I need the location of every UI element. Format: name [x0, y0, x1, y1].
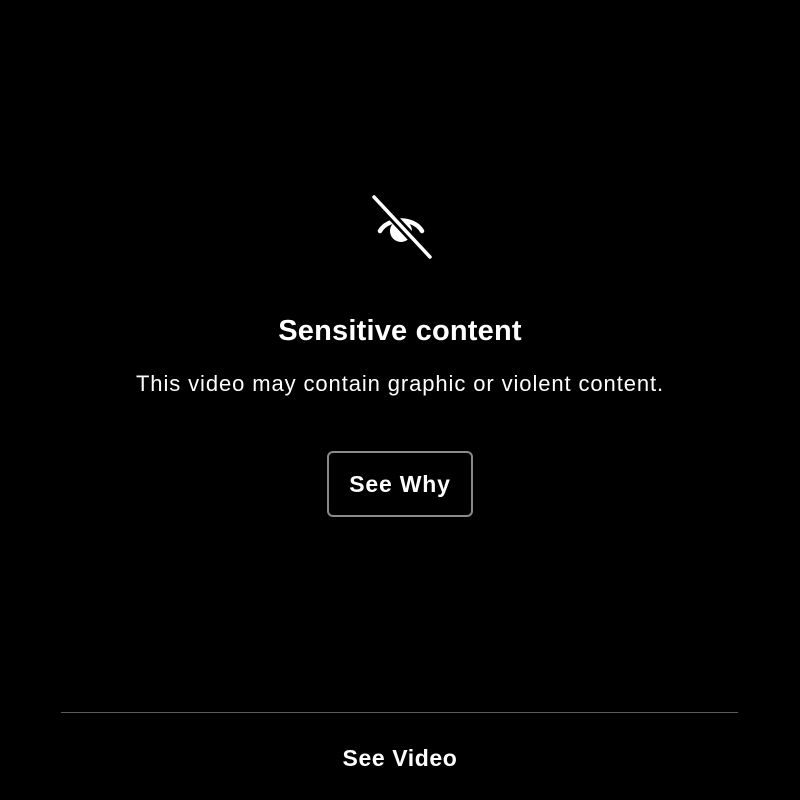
divider	[61, 712, 738, 713]
sensitive-content-title: Sensitive content	[278, 315, 522, 347]
sensitive-content-overlay: Sensitive content This video may contain…	[0, 0, 800, 800]
see-why-button[interactable]: See Why	[327, 451, 473, 517]
see-video-button[interactable]: See Video	[0, 741, 800, 775]
sensitive-content-message: This video may contain graphic or violen…	[135, 371, 665, 396]
eye-slash-icon	[366, 193, 436, 261]
